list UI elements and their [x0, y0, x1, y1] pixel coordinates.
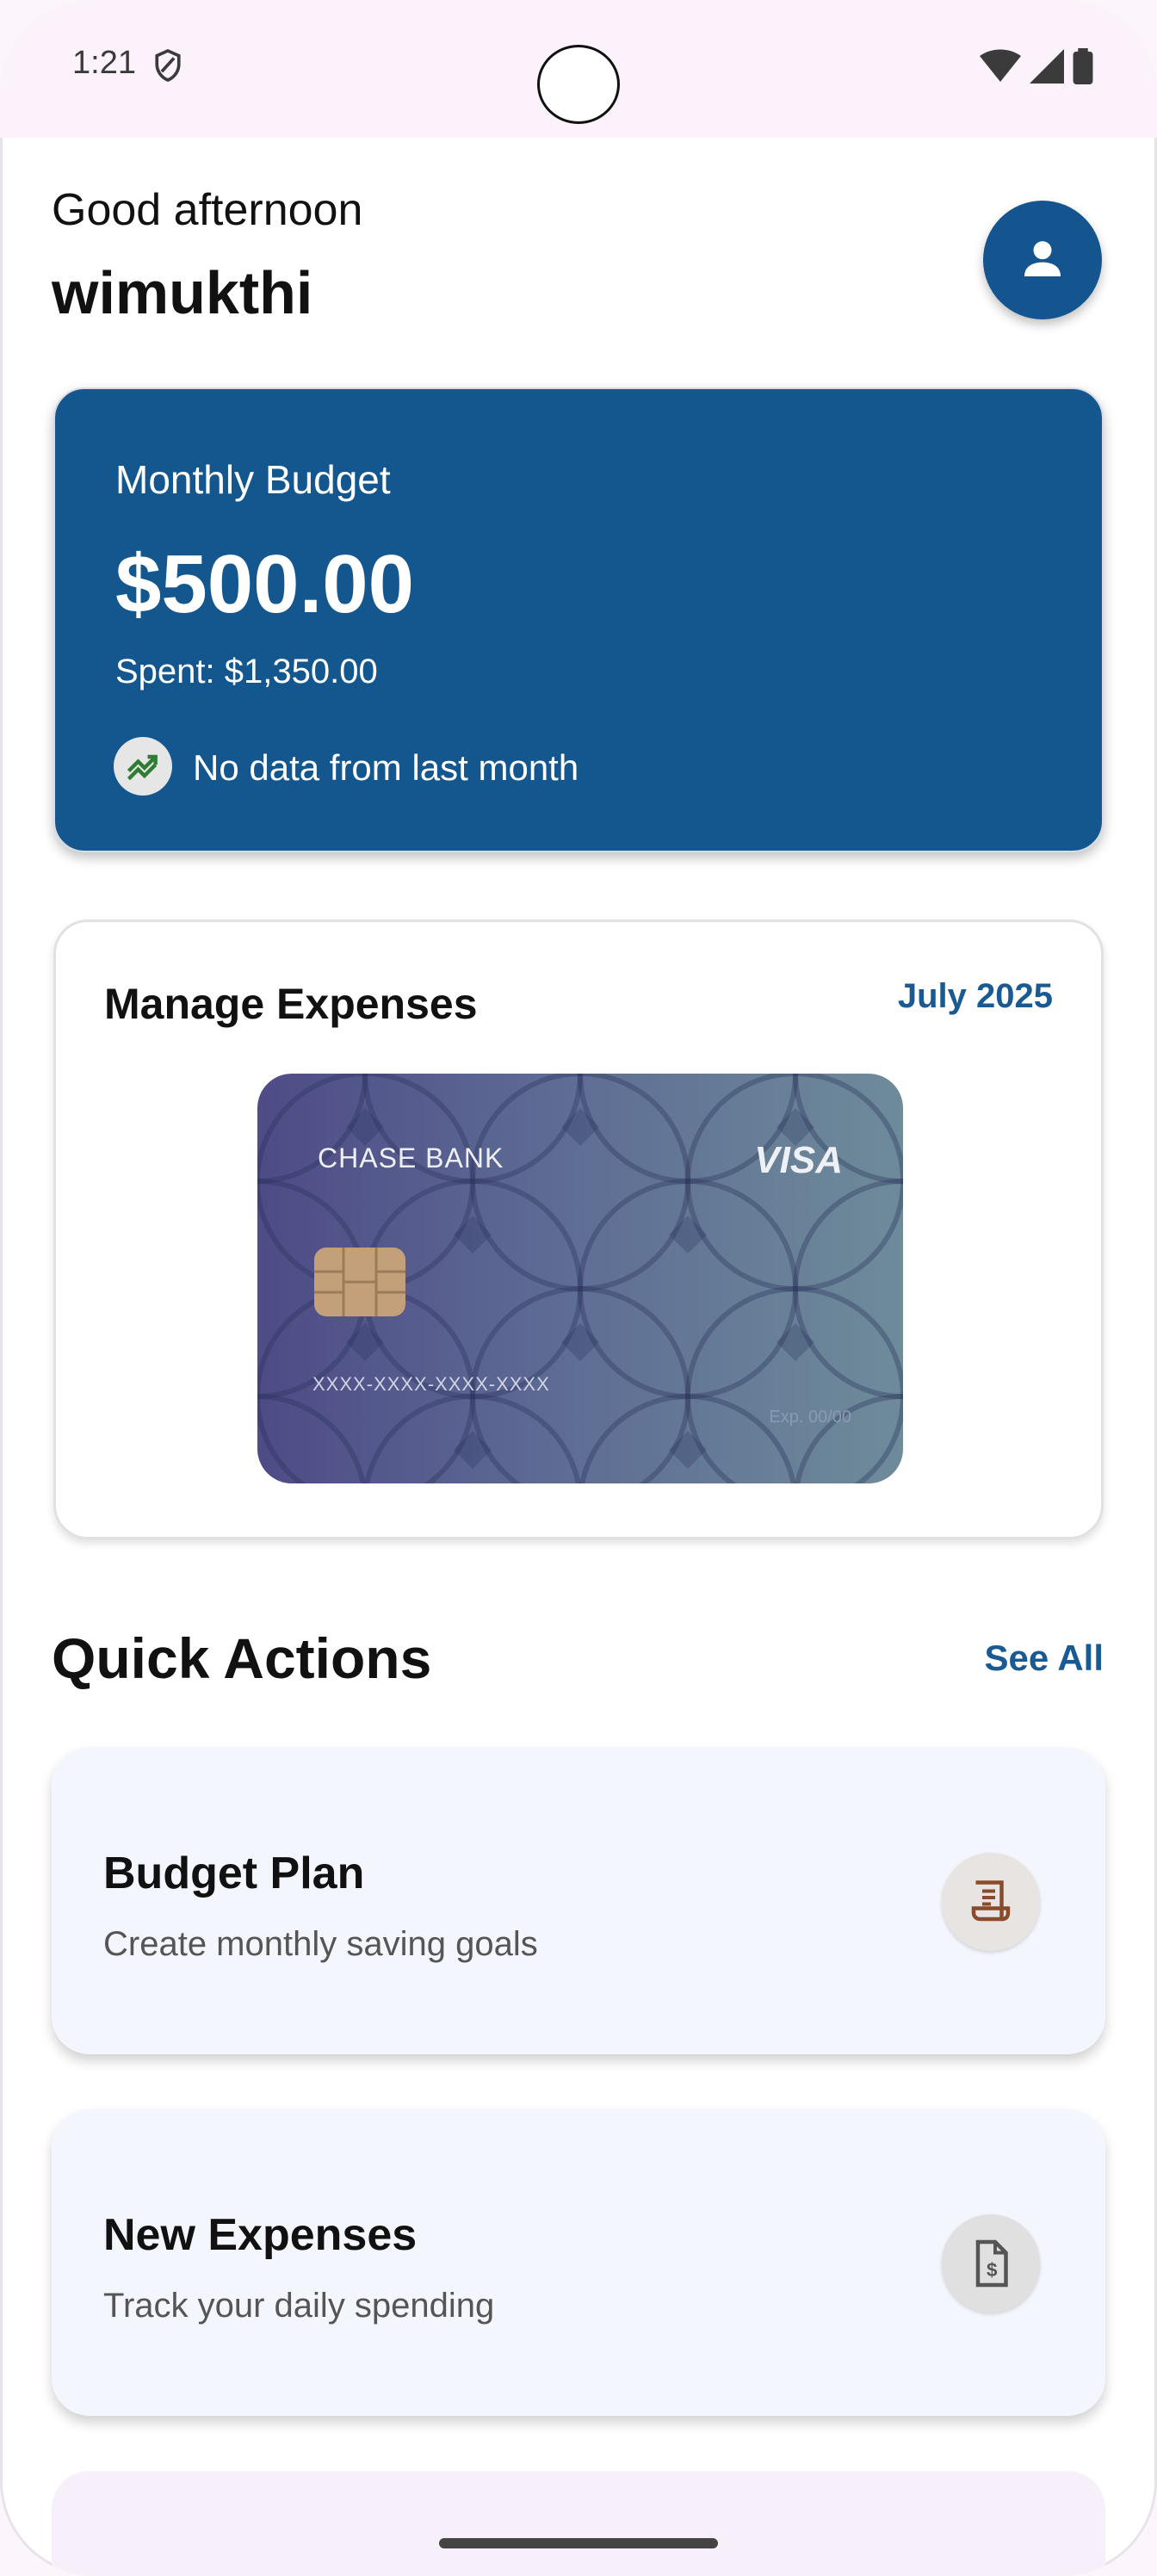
new-expenses-card[interactable]: New Expenses Track your daily spending $ [52, 2109, 1105, 2416]
svg-text:$: $ [987, 2259, 998, 2281]
month-selector[interactable]: July 2025 [898, 977, 1053, 1016]
profile-button[interactable] [983, 201, 1102, 319]
trending-up-icon [114, 737, 172, 796]
wifi-icon [980, 49, 1021, 88]
card-network-logo: VISA [754, 1139, 843, 1181]
app-screen: 1:21 Good afternoon wimukthi Monthly Bud… [0, 0, 1157, 2576]
action-title: Budget Plan [103, 1848, 365, 1898]
manage-expenses-card[interactable]: Manage Expenses July 2025 CHASE BANK VIS… [53, 920, 1104, 1539]
manage-expenses-title: Manage Expenses [104, 980, 478, 1028]
bank-name: CHASE BANK [318, 1142, 504, 1173]
battery-icon [1073, 48, 1093, 89]
chip-icon [314, 1248, 405, 1316]
budget-plan-card[interactable]: Budget Plan Create monthly saving goals [52, 1748, 1105, 2054]
shield-icon [153, 48, 183, 87]
cell-signal-icon [1030, 49, 1064, 88]
credit-card[interactable]: CHASE BANK VISA XXXX-XXXX-XXXX-XXXX Exp.… [257, 1074, 903, 1483]
budget-title: Monthly Budget [115, 457, 391, 502]
front-camera [537, 45, 620, 124]
card-expiry: Exp. 00/00 [769, 1408, 851, 1427]
person-icon [1018, 234, 1067, 287]
status-time: 1:21 [72, 45, 136, 81]
greeting-text: Good afternoon [52, 185, 363, 235]
status-icons [980, 48, 1093, 89]
next-action-card[interactable] [52, 2471, 1105, 2576]
action-subtitle: Track your daily spending [103, 2287, 495, 2325]
see-all-link[interactable]: See All [984, 1638, 1104, 1679]
action-subtitle: Create monthly saving goals [103, 1925, 538, 1963]
receipt-icon [942, 1853, 1040, 1951]
status-bar: 1:21 [0, 0, 1157, 138]
action-title: New Expenses [103, 2210, 418, 2260]
card-number: XXXX-XXXX-XXXX-XXXX [312, 1373, 550, 1395]
home-indicator[interactable] [439, 2538, 718, 2548]
budget-amount: $500.00 [115, 538, 415, 630]
dollar-document-icon: $ [942, 2214, 1040, 2313]
monthly-budget-card[interactable]: Monthly Budget $500.00 Spent: $1,350.00 … [53, 387, 1104, 852]
quick-actions-title: Quick Actions [52, 1626, 432, 1690]
username-text: wimukthi [52, 259, 313, 326]
budget-spent: Spent: $1,350.00 [115, 653, 378, 690]
trend-text: No data from last month [193, 747, 579, 788]
